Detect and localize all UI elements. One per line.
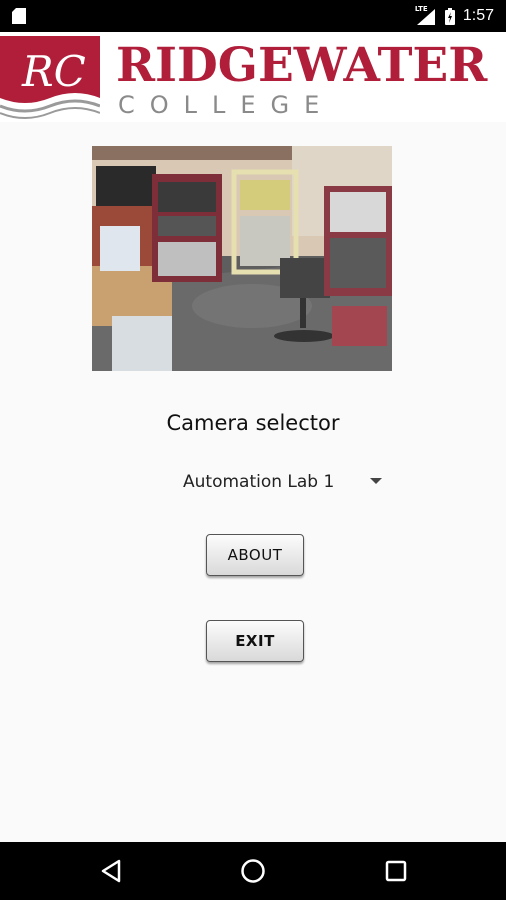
camera-selector-title: Camera selector	[166, 411, 340, 435]
logo-monogram-icon: RC	[0, 36, 100, 119]
dropdown-arrow-icon	[370, 478, 382, 484]
back-button[interactable]	[96, 856, 126, 886]
navigation-bar	[0, 842, 506, 900]
exit-button[interactable]: EXIT	[206, 620, 304, 662]
clock: 1:57	[462, 7, 494, 24]
signal-icon	[416, 9, 435, 25]
logo-name: RIDGEWATER	[116, 38, 488, 93]
college-logo: RC RIDGEWATER COLLEGE	[0, 32, 506, 122]
camera-feed-image	[92, 146, 392, 371]
recents-square-icon	[385, 860, 407, 882]
home-circle-icon	[241, 859, 265, 883]
camera-dropdown[interactable]: Automation Lab 1	[170, 466, 390, 498]
status-bar: LTE 1:57	[0, 0, 506, 32]
battery-charging-icon	[444, 7, 455, 25]
sd-card-icon	[12, 8, 26, 24]
selected-camera: Automation Lab 1	[183, 472, 335, 492]
recents-button[interactable]	[381, 856, 411, 886]
lte-signal: LTE	[415, 0, 437, 32]
logo-subname: COLLEGE	[118, 91, 335, 119]
back-triangle-icon	[101, 859, 121, 883]
about-button[interactable]: ABOUT	[206, 534, 304, 576]
status-icons: LTE 1:57	[415, 0, 494, 32]
logo-monogram: RC	[21, 47, 86, 96]
home-button[interactable]	[238, 856, 268, 886]
